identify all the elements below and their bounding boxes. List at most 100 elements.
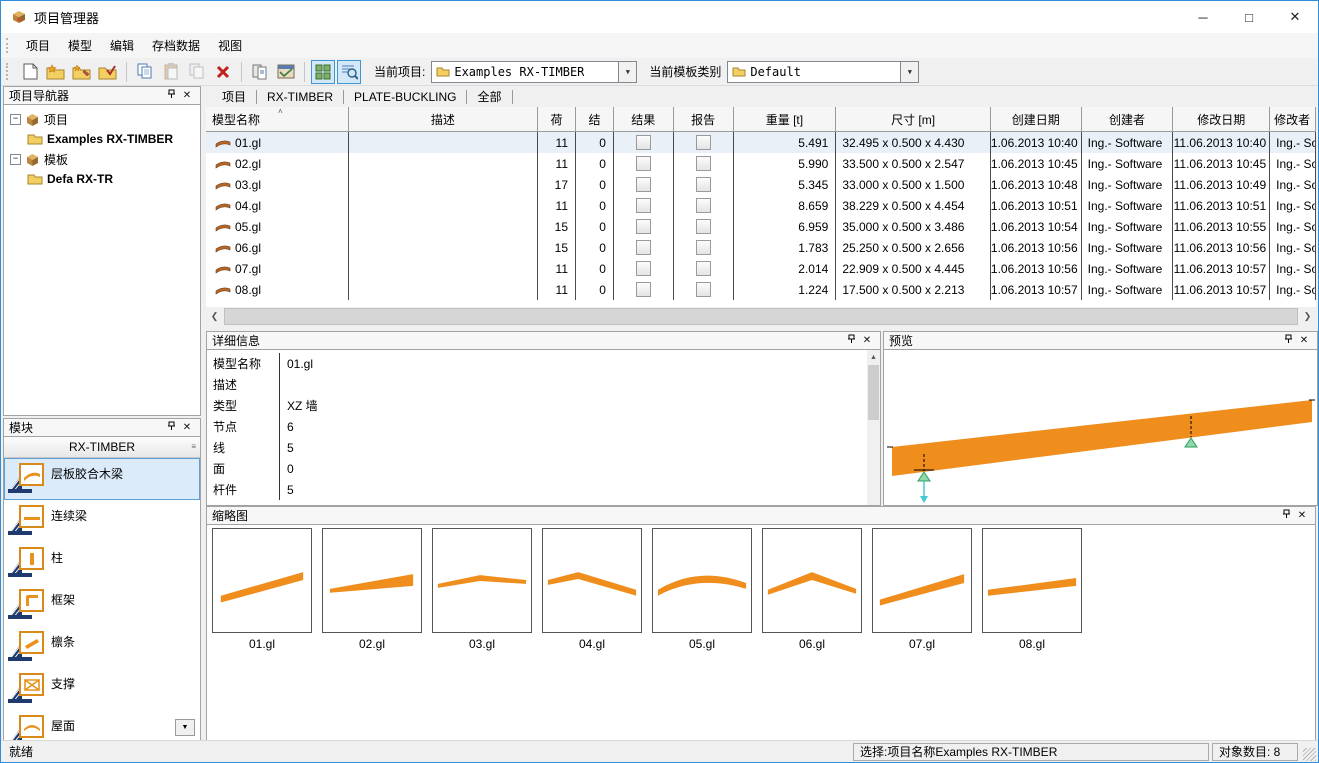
tree-node-template-default[interactable]: Defa RX-TR bbox=[27, 169, 200, 189]
tab-0[interactable]: 项目 bbox=[212, 86, 256, 107]
column-header-5[interactable]: 报告 bbox=[674, 107, 734, 131]
toolbar-grip[interactable] bbox=[6, 63, 8, 80]
scroll-up-icon[interactable]: ▲ bbox=[867, 350, 880, 364]
copy-model-button[interactable] bbox=[185, 60, 209, 84]
results-checkbox[interactable] bbox=[636, 219, 651, 234]
new-project-button[interactable] bbox=[44, 60, 68, 84]
modules-group-header[interactable]: RX-TIMBER ≡ bbox=[4, 437, 200, 458]
thumbnail-07.gl[interactable]: 07.gl bbox=[872, 528, 972, 651]
menu-item-0[interactable]: 项目 bbox=[17, 34, 59, 57]
module-item-0[interactable]: 层板胶合木梁 bbox=[4, 458, 200, 500]
table-row-03.gl[interactable]: 03.gl1705.34533.000 x 0.500 x 1.50011.06… bbox=[206, 174, 1316, 195]
tab-2[interactable]: PLATE-BUCKLING bbox=[344, 88, 466, 106]
pin-icon[interactable] bbox=[843, 334, 859, 347]
dropdown-arrow-icon[interactable]: ▼ bbox=[618, 62, 636, 82]
column-header-4[interactable]: 结果 bbox=[614, 107, 674, 131]
pin-icon[interactable] bbox=[1278, 509, 1294, 522]
results-checkbox[interactable] bbox=[636, 156, 651, 171]
report-checkbox[interactable] bbox=[696, 282, 711, 297]
tree-label[interactable]: Defa RX-TR bbox=[47, 172, 113, 186]
column-header-6[interactable]: 重量 [t] bbox=[734, 107, 837, 131]
table-row-06.gl[interactable]: 06.gl1501.78325.250 x 0.500 x 2.65611.06… bbox=[206, 237, 1316, 258]
results-checkbox[interactable] bbox=[636, 135, 651, 150]
check-project-button[interactable] bbox=[96, 60, 120, 84]
report-checkbox[interactable] bbox=[696, 261, 711, 276]
thumbnail-image[interactable] bbox=[982, 528, 1082, 633]
pin-icon[interactable] bbox=[163, 421, 179, 434]
thumbnail-01.gl[interactable]: 01.gl bbox=[212, 528, 312, 651]
scrollbar-thumb[interactable] bbox=[224, 308, 1298, 325]
maximize-button[interactable]: □ bbox=[1226, 1, 1272, 33]
tab-3[interactable]: 全部 bbox=[467, 86, 511, 107]
results-checkbox[interactable] bbox=[636, 282, 651, 297]
minimize-button[interactable]: ─ bbox=[1180, 1, 1226, 33]
close-button[interactable]: ✕ bbox=[1272, 1, 1318, 33]
column-header-9[interactable]: 创建者 bbox=[1082, 107, 1174, 131]
delete-button[interactable] bbox=[211, 60, 235, 84]
menu-item-3[interactable]: 存档数据 bbox=[143, 34, 209, 57]
tree-label[interactable]: 模板 bbox=[44, 151, 68, 168]
module-item-6[interactable]: 屋面 bbox=[4, 710, 200, 741]
resize-grip[interactable] bbox=[1303, 748, 1316, 761]
pin-icon[interactable] bbox=[163, 89, 179, 102]
thumbnails-view-toggle[interactable] bbox=[311, 60, 335, 84]
scroll-left-icon[interactable]: ❮ bbox=[206, 307, 223, 326]
report-checkbox[interactable] bbox=[696, 156, 711, 171]
copy-button[interactable] bbox=[133, 60, 157, 84]
close-icon[interactable]: ✕ bbox=[179, 423, 195, 433]
pin-icon[interactable] bbox=[1280, 334, 1296, 347]
paste-button[interactable] bbox=[159, 60, 183, 84]
column-header-3[interactable]: 结 bbox=[576, 107, 614, 131]
close-icon[interactable]: ✕ bbox=[859, 336, 875, 346]
tree-node-templates[interactable]: − 模板 bbox=[4, 149, 200, 169]
close-icon[interactable]: ✕ bbox=[1296, 336, 1312, 346]
thumbnail-06.gl[interactable]: 06.gl bbox=[762, 528, 862, 651]
menu-item-4[interactable]: 视图 bbox=[209, 34, 251, 57]
results-checkbox[interactable] bbox=[636, 198, 651, 213]
module-item-4[interactable]: 檩条 bbox=[4, 626, 200, 668]
thumbnail-02.gl[interactable]: 02.gl bbox=[322, 528, 422, 651]
report-checkbox[interactable] bbox=[696, 177, 711, 192]
thumbnail-image[interactable] bbox=[212, 528, 312, 633]
edit-project-button[interactable] bbox=[70, 60, 94, 84]
dropdown-arrow-icon[interactable]: ▼ bbox=[900, 62, 918, 82]
table-row-02.gl[interactable]: 02.gl1105.99033.500 x 0.500 x 2.54711.06… bbox=[206, 153, 1316, 174]
collapse-icon[interactable]: − bbox=[10, 114, 21, 125]
table-row-07.gl[interactable]: 07.gl1102.01422.909 x 0.500 x 4.44511.06… bbox=[206, 258, 1316, 279]
table-row-04.gl[interactable]: 04.gl1108.65938.229 x 0.500 x 4.45411.06… bbox=[206, 195, 1316, 216]
archive-button[interactable] bbox=[274, 60, 298, 84]
close-icon[interactable]: ✕ bbox=[1294, 511, 1310, 521]
menu-grip-icon[interactable]: ≡ bbox=[191, 442, 196, 451]
menu-item-1[interactable]: 模型 bbox=[59, 34, 101, 57]
modules-scroll-down-button[interactable]: ▼ bbox=[175, 719, 195, 736]
thumbnail-image[interactable] bbox=[542, 528, 642, 633]
thumbnail-image[interactable] bbox=[762, 528, 862, 633]
collapse-icon[interactable]: − bbox=[10, 154, 21, 165]
thumbnail-image[interactable] bbox=[322, 528, 422, 633]
report-checkbox[interactable] bbox=[696, 240, 711, 255]
column-header-11[interactable]: 修改者 bbox=[1270, 107, 1316, 131]
horizontal-scrollbar[interactable]: ❮ ❯ bbox=[206, 307, 1316, 326]
module-item-5[interactable]: 支撑 bbox=[4, 668, 200, 710]
thumbnail-image[interactable] bbox=[652, 528, 752, 633]
column-header-8[interactable]: 创建日期 bbox=[991, 107, 1082, 131]
table-row-01.gl[interactable]: 01.gl1105.49132.495 x 0.500 x 4.43011.06… bbox=[206, 132, 1316, 153]
results-checkbox[interactable] bbox=[636, 177, 651, 192]
column-header-7[interactable]: 尺寸 [m] bbox=[836, 107, 991, 131]
module-item-2[interactable]: 柱 bbox=[4, 542, 200, 584]
thumbnail-08.gl[interactable]: 08.gl bbox=[982, 528, 1082, 651]
column-header-2[interactable]: 荷 bbox=[538, 107, 576, 131]
details-view-toggle[interactable] bbox=[337, 60, 361, 84]
report-checkbox[interactable] bbox=[696, 198, 711, 213]
thumbnail-03.gl[interactable]: 03.gl bbox=[432, 528, 532, 651]
table-row-08.gl[interactable]: 08.gl1101.22417.500 x 0.500 x 2.21311.06… bbox=[206, 279, 1316, 300]
table-row-05.gl[interactable]: 05.gl1506.95935.000 x 0.500 x 3.48611.06… bbox=[206, 216, 1316, 237]
menubar-grip[interactable] bbox=[6, 38, 8, 53]
import-model-button[interactable] bbox=[248, 60, 272, 84]
column-header-0[interactable]: 模型名称˄ bbox=[206, 107, 349, 131]
menu-item-2[interactable]: 编辑 bbox=[101, 34, 143, 57]
tree-node-projects[interactable]: − 项目 bbox=[4, 109, 200, 129]
tab-1[interactable]: RX-TIMBER bbox=[257, 88, 343, 106]
scrollbar-thumb[interactable] bbox=[868, 365, 879, 420]
column-header-1[interactable]: 描述 bbox=[349, 107, 538, 131]
